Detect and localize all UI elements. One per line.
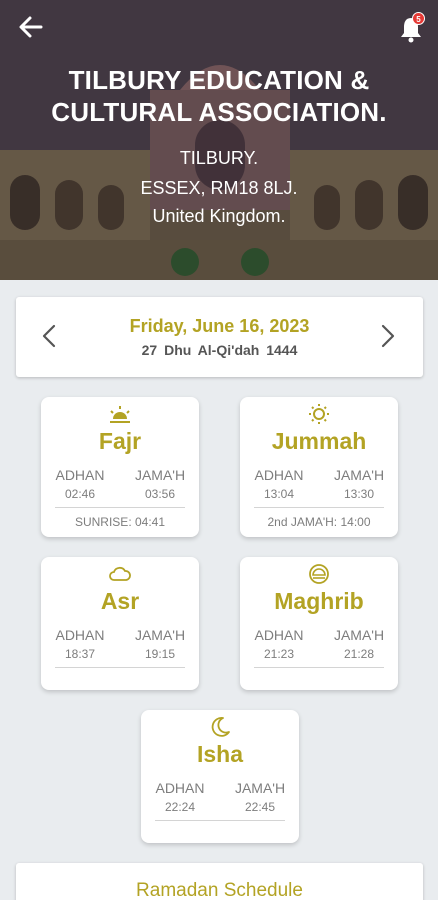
gregorian-date: Friday, June 16, 2023: [129, 316, 310, 336]
next-day-button[interactable]: [373, 321, 401, 351]
back-button[interactable]: [16, 12, 46, 42]
adhan-time: 13:04: [263, 487, 295, 501]
date-selector: Friday, June 16, 2023 27 Dhu Al-Qi'dah 1…: [16, 297, 423, 377]
address-line-3: United Kingdom.: [152, 206, 286, 226]
adhan-time: 21:23: [263, 647, 295, 661]
sunrise-time: SUNRISE: 04:41: [74, 515, 166, 529]
prayer-name: Maghrib: [274, 588, 364, 614]
jamah-time: 03:56: [144, 487, 176, 501]
jamah-column: JAMA'H 21:28: [324, 627, 394, 661]
adhan-time: 18:37: [64, 647, 96, 661]
jamah-label: JAMA'H: [234, 780, 286, 796]
card-divider: [155, 820, 285, 821]
adhan-column: ADHAN 02:46: [45, 467, 115, 501]
prayer-card-maghrib: Maghrib ADHAN 21:23 JAMA'H 21:28: [240, 557, 398, 690]
adhan-column: ADHAN 21:23: [244, 627, 314, 661]
cloud-icon: [109, 566, 131, 581]
banner-overlay: [0, 0, 438, 280]
adhan-time: 22:24: [164, 800, 196, 814]
organization-name: TILBURY EDUCATION & CULTURAL ASSOCIATION…: [0, 64, 438, 128]
adhan-column: ADHAN 13:04: [244, 467, 314, 501]
prayer-card-jummah: Jummah ADHAN 13:04 JAMA'H 13:30 2nd JAMA…: [240, 397, 398, 537]
moon-icon: [211, 717, 230, 737]
prayer-name: Isha: [196, 741, 244, 767]
chevron-right-icon: [381, 324, 395, 348]
notifications-button[interactable]: 5: [396, 12, 430, 44]
adhan-label: ADHAN: [55, 467, 105, 483]
sun-icon: [309, 404, 329, 424]
jamah-column: JAMA'H 13:30: [324, 467, 394, 501]
jamah-column: JAMA'H 22:45: [225, 780, 295, 814]
jamah-label: JAMA'H: [333, 467, 385, 483]
adhan-label: ADHAN: [254, 467, 304, 483]
jamah-column: JAMA'H 03:56: [125, 467, 195, 501]
adhan-label: ADHAN: [254, 627, 304, 643]
adhan-column: ADHAN 18:37: [45, 627, 115, 661]
arrow-left-icon: [19, 16, 43, 38]
jamah-time: 21:28: [343, 647, 375, 661]
second-jamah-time: 2nd JAMA'H: 14:00: [267, 515, 371, 529]
ramadan-schedule-label: Ramadan Schedule: [136, 880, 303, 900]
card-divider: [254, 507, 384, 508]
sunset-icon: [309, 564, 329, 584]
card-divider: [55, 507, 185, 508]
address-line-2: ESSEX, RM18 8LJ.: [140, 178, 298, 198]
jamah-label: JAMA'H: [134, 627, 186, 643]
org-name-line-1: TILBURY EDUCATION &: [68, 65, 370, 95]
adhan-time: 02:46: [64, 487, 96, 501]
hijri-date: 27 Dhu Al-Qi'dah 1444: [141, 342, 298, 358]
sunrise-icon: [110, 406, 130, 423]
jamah-time: 13:30: [343, 487, 375, 501]
ramadan-schedule-button[interactable]: Ramadan Schedule: [16, 863, 423, 900]
adhan-column: ADHAN 22:24: [145, 780, 215, 814]
prayer-name: Jummah: [271, 428, 367, 454]
jamah-time: 19:15: [144, 647, 176, 661]
org-name-line-2: CULTURAL ASSOCIATION.: [51, 97, 387, 127]
jamah-column: JAMA'H 19:15: [125, 627, 195, 661]
jamah-label: JAMA'H: [134, 467, 186, 483]
prayer-name: Fajr: [98, 428, 142, 454]
jamah-time: 22:45: [244, 800, 276, 814]
card-divider: [254, 667, 384, 668]
prayer-name: Asr: [100, 588, 140, 614]
adhan-label: ADHAN: [55, 627, 105, 643]
jamah-label: JAMA'H: [333, 627, 385, 643]
card-divider: [55, 667, 185, 668]
adhan-label: ADHAN: [155, 780, 205, 796]
prayer-card-isha: Isha ADHAN 22:24 JAMA'H 22:45: [141, 710, 299, 843]
notification-badge: 5: [412, 12, 425, 25]
address-line-1: TILBURY.: [179, 148, 259, 168]
prayer-card-asr: Asr ADHAN 18:37 JAMA'H 19:15: [41, 557, 199, 690]
header-banner: 5 TILBURY EDUCATION & CULTURAL ASSOCIATI…: [0, 0, 438, 280]
prayer-card-fajr: Fajr ADHAN 02:46 JAMA'H 03:56 SUNRISE: 0…: [41, 397, 199, 537]
